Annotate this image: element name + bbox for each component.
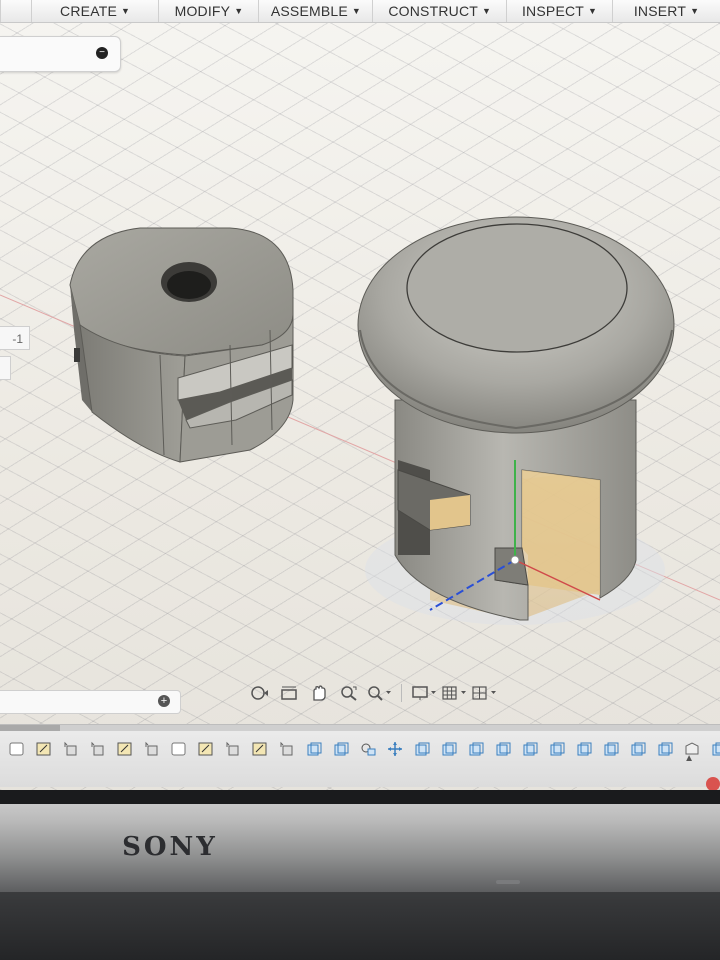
extrude-feature-icon[interactable] — [220, 739, 245, 759]
toolbar-divider — [401, 684, 402, 702]
zoom-window-icon[interactable] — [335, 681, 363, 705]
chevron-down-icon: ▼ — [234, 6, 244, 16]
component-feature-icon[interactable] — [706, 739, 720, 759]
component-feature-icon[interactable] — [517, 739, 542, 759]
collapse-icon[interactable]: − — [96, 47, 108, 59]
origin-point — [510, 555, 520, 565]
component-feature-icon[interactable] — [625, 739, 650, 759]
sketch-feature-icon[interactable] — [31, 739, 56, 759]
grid-settings-icon[interactable] — [440, 681, 468, 705]
extrude-feature-icon[interactable] — [139, 739, 164, 759]
menu-inspect[interactable]: INSPECT ▼ — [506, 0, 612, 22]
zoom-icon[interactable] — [365, 681, 393, 705]
menu-modify-label: MODIFY — [174, 3, 231, 19]
sketch-feature-icon[interactable] — [166, 739, 191, 759]
timeline-features — [4, 739, 720, 759]
laptop-bezel-edge — [0, 790, 720, 804]
extrude-feature-icon[interactable] — [58, 739, 83, 759]
extrude-feature-icon[interactable] — [85, 739, 110, 759]
menu-modify[interactable]: MODIFY ▼ — [158, 0, 258, 22]
sketch-feature-icon[interactable] — [247, 739, 272, 759]
orbit-icon[interactable] — [245, 681, 273, 705]
comments-panel[interactable]: + — [0, 690, 181, 714]
chevron-down-icon: ▼ — [482, 6, 492, 16]
menu-assemble[interactable]: ASSEMBLE ▼ — [258, 0, 372, 22]
menubar-leading-cell — [0, 0, 31, 22]
timeline-scrollbar[interactable] — [0, 725, 720, 731]
look-at-icon[interactable] — [275, 681, 303, 705]
browser-panel[interactable]: − — [0, 36, 121, 72]
menu-insert-label: INSERT — [633, 3, 687, 19]
chevron-down-icon: ▼ — [588, 6, 598, 16]
laptop-indicator — [496, 880, 520, 884]
component-feature-icon[interactable] — [328, 739, 353, 759]
component-feature-icon[interactable] — [301, 739, 326, 759]
chevron-down-icon: ▼ — [351, 6, 362, 16]
component-feature-icon[interactable] — [436, 739, 461, 759]
menu-inspect-label: INSPECT — [521, 3, 585, 19]
navigation-toolbar — [245, 680, 498, 706]
fusion-viewport-screen: CREATE ▼ MODIFY ▼ ASSEMBLE ▼ CONSTRUCT ▼ INS… — [0, 0, 720, 790]
menu-create-label: CREATE — [60, 3, 117, 19]
display-settings-icon[interactable] — [410, 681, 438, 705]
laptop-hinge — [0, 892, 720, 960]
chevron-down-icon: ▼ — [121, 6, 131, 16]
component-feature-icon[interactable] — [652, 739, 677, 759]
component-feature-icon[interactable] — [571, 739, 596, 759]
menu-create[interactable]: CREATE ▼ — [30, 0, 159, 22]
component-feature-icon[interactable] — [409, 739, 434, 759]
sketch-feature-icon[interactable] — [4, 739, 29, 759]
chevron-up-icon[interactable]: ▲ — [684, 753, 694, 764]
component-feature-icon[interactable] — [490, 739, 515, 759]
menu-insert[interactable]: INSERT ▼ — [612, 0, 720, 22]
side-tab[interactable] — [0, 356, 11, 380]
side-tag[interactable]: -1 — [0, 326, 30, 350]
component-feature-icon[interactable] — [598, 739, 623, 759]
extrude-feature-icon[interactable] — [274, 739, 299, 759]
laptop-brand-logo: SONY — [122, 832, 218, 862]
cap-top-face — [406, 223, 628, 353]
notification-badge[interactable] — [706, 777, 720, 790]
component-feature-icon[interactable] — [544, 739, 569, 759]
right-knob-body — [357, 216, 675, 621]
timeline-scroll-thumb[interactable] — [0, 725, 60, 731]
design-timeline: ▲ — [0, 724, 720, 790]
toolbar-menubar: CREATE ▼ MODIFY ▼ ASSEMBLE ▼ CONSTRUCT ▼ INS… — [0, 0, 720, 23]
model-scene[interactable] — [0, 0, 720, 790]
add-comment-icon[interactable]: + — [158, 695, 170, 707]
left-block-body — [69, 227, 294, 463]
pan-icon[interactable] — [305, 681, 333, 705]
sketch-feature-icon[interactable] — [193, 739, 218, 759]
menu-construct[interactable]: CONSTRUCT ▼ — [372, 0, 506, 22]
menu-assemble-label: ASSEMBLE — [270, 3, 348, 19]
move-feature-icon[interactable] — [382, 739, 407, 759]
viewports-icon[interactable] — [470, 681, 498, 705]
sketch-feature-icon[interactable] — [112, 739, 137, 759]
joint-feature-icon[interactable] — [355, 739, 380, 759]
component-feature-icon[interactable] — [463, 739, 488, 759]
menu-construct-label: CONSTRUCT — [388, 3, 479, 19]
chevron-down-icon: ▼ — [690, 6, 700, 16]
